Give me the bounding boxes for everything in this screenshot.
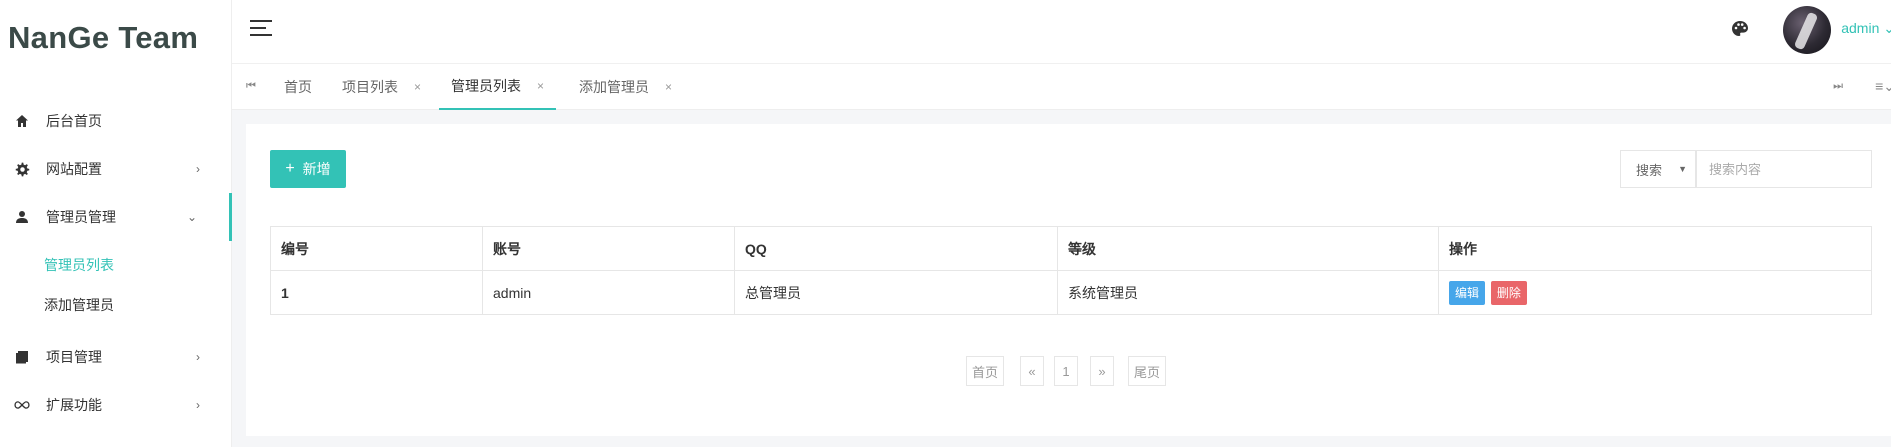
admin-table: 编号 账号 QQ 等级 操作 1 admin 总管理员 系统管理员 编辑 删除 (270, 226, 1872, 315)
tab-scroll-right-icon[interactable]: ⏭ (1833, 80, 1843, 93)
chevron-down-icon: ⌄ (1883, 20, 1891, 36)
gear-icon (14, 161, 30, 177)
column-header-level: 等级 (1057, 226, 1439, 271)
infinity-icon (14, 397, 30, 413)
sidebar: NanGe Team 后台首页 网站配置 › 管理员管理 ⌄ 管理员列表 添加管… (0, 0, 232, 447)
column-header-id: 编号 (270, 226, 483, 271)
tab-label: 项目列表 (342, 79, 398, 95)
tab-scroll-left-icon[interactable]: ⏮ (246, 80, 256, 93)
sidebar-item-extensions[interactable]: 扩展功能 › (0, 381, 232, 429)
page-next-button[interactable]: » (1090, 356, 1114, 386)
cell-actions: 编辑 删除 (1438, 270, 1872, 315)
sidebar-item-label: 后台首页 (46, 113, 102, 129)
table-row: 1 admin 总管理员 系统管理员 编辑 删除 (270, 270, 1872, 315)
delete-button[interactable]: 删除 (1490, 280, 1527, 305)
avatar[interactable] (1783, 6, 1831, 54)
tab-add-admin[interactable]: 添加管理员 × (579, 64, 672, 110)
sidebar-submenu: 管理员列表 添加管理员 (0, 241, 232, 333)
add-button[interactable]: + 新增 (270, 150, 346, 188)
sidebar-item-label: 项目管理 (46, 349, 102, 365)
column-header-account: 账号 (482, 226, 735, 271)
sidebar-subitem-add-admin[interactable]: 添加管理员 (0, 285, 232, 325)
search-input[interactable] (1696, 150, 1872, 188)
sidebar-item-dashboard[interactable]: 后台首页 (0, 97, 232, 145)
palette-icon[interactable] (1731, 20, 1751, 40)
column-header-qq: QQ (734, 226, 1058, 271)
chevron-right-icon: › (196, 162, 200, 176)
tab-label: 添加管理员 (579, 79, 649, 95)
close-icon[interactable]: × (665, 80, 672, 94)
tab-home[interactable]: 首页 (284, 64, 312, 110)
chevron-right-icon: › (196, 350, 200, 364)
close-icon[interactable]: × (537, 79, 544, 93)
tab-options-icon[interactable]: ≡⌄ (1875, 78, 1891, 95)
sidebar-nav: 后台首页 网站配置 › 管理员管理 ⌄ 管理员列表 添加管理员 项目管理 › 扩… (0, 97, 232, 429)
username: admin (1841, 20, 1880, 36)
tab-label: 首页 (284, 79, 312, 95)
sidebar-item-project-manage[interactable]: 项目管理 › (0, 333, 232, 381)
caret-down-icon: ▼ (1678, 164, 1687, 174)
user-menu[interactable]: admin ⌄ (1841, 20, 1891, 37)
tab-label: 管理员列表 (451, 78, 521, 94)
tab-admin-list[interactable]: 管理员列表 × (439, 64, 557, 110)
page-last-button[interactable]: 尾页 (1128, 356, 1166, 386)
table-header-row: 编号 账号 QQ 等级 操作 (270, 226, 1872, 271)
cell-id: 1 (270, 270, 483, 315)
tab-bar: ⏮ 首页 项目列表 × 管理员列表 × 添加管理员 × ⏭ ≡⌄ (232, 64, 1891, 110)
search-select-value: 搜索 (1636, 162, 1663, 178)
user-icon (14, 209, 30, 225)
cell-account: admin (482, 270, 735, 315)
cell-level: 系统管理员 (1057, 270, 1439, 315)
top-header: admin ⌄ (232, 0, 1891, 64)
sidebar-item-label: 扩展功能 (46, 397, 102, 413)
sidebar-item-label: 管理员管理 (46, 209, 116, 225)
add-button-label: 新增 (302, 161, 331, 177)
page-first-button[interactable]: 首页 (966, 356, 1004, 386)
sidebar-item-admin-manage[interactable]: 管理员管理 ⌄ (0, 193, 232, 241)
column-header-actions: 操作 (1438, 226, 1872, 271)
menu-toggle-icon[interactable] (250, 20, 272, 38)
plus-icon: + (285, 160, 295, 177)
brand-logo: NanGe Team (8, 20, 199, 55)
sidebar-item-site-config[interactable]: 网站配置 › (0, 145, 232, 193)
sidebar-item-label: 网站配置 (46, 161, 102, 177)
chevron-right-icon: › (196, 398, 200, 412)
chevron-down-icon: ⌄ (186, 210, 197, 224)
edit-button[interactable]: 编辑 (1449, 280, 1486, 305)
cell-qq: 总管理员 (734, 270, 1058, 315)
book-icon (14, 349, 30, 365)
tab-project-list[interactable]: 项目列表 × (342, 64, 421, 110)
main-panel: + 新增 搜索 ▼ 编号 账号 QQ 等级 操作 1 admin 总管理员 系统… (246, 124, 1891, 436)
home-icon (14, 113, 30, 129)
page-prev-button[interactable]: « (1020, 356, 1044, 386)
close-icon[interactable]: × (414, 80, 421, 94)
page-number-button[interactable]: 1 (1054, 356, 1078, 386)
sidebar-subitem-admin-list[interactable]: 管理员列表 (0, 245, 232, 285)
search-type-select[interactable]: 搜索 ▼ (1620, 150, 1696, 188)
